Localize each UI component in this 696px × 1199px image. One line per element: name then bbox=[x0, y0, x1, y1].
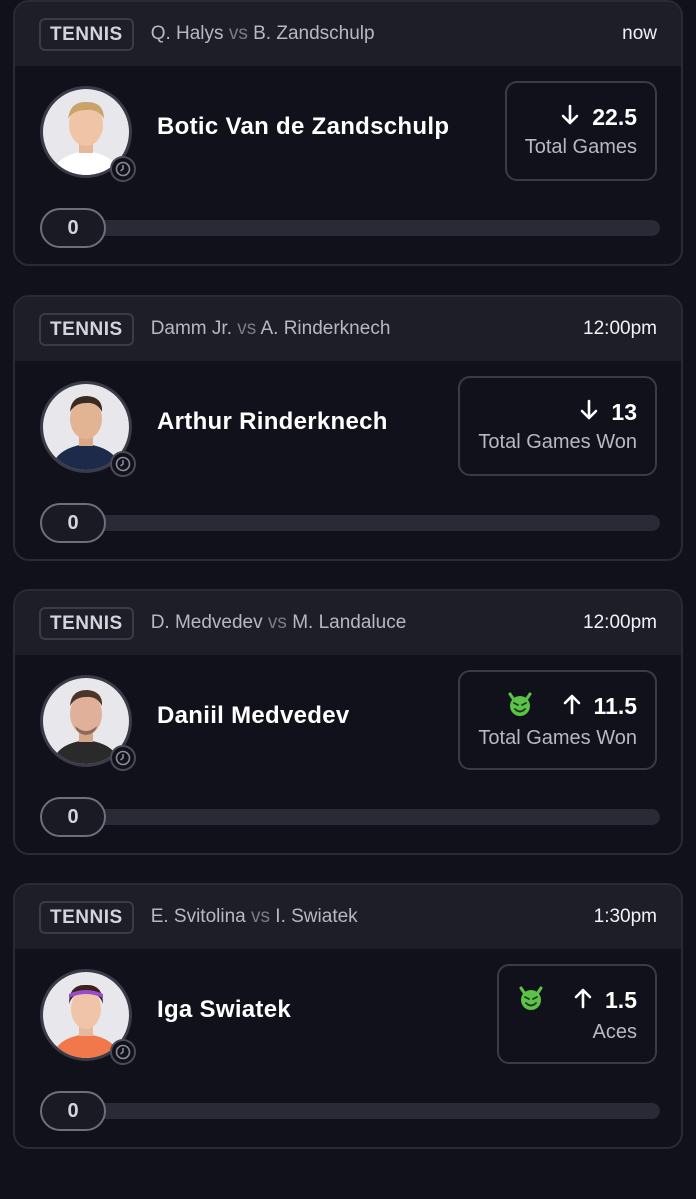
card-header: TENNIS D. Medvedev vs M. Landaluce 12:00… bbox=[15, 591, 681, 655]
progress-count: 0 bbox=[40, 1091, 106, 1131]
matchup-player-1: E. Svitolina bbox=[150, 906, 246, 927]
progress-bar: 0 bbox=[40, 503, 660, 543]
matchup: D. Medvedev vs M. Landaluce bbox=[151, 612, 583, 634]
stat-label: Total Games Won bbox=[478, 727, 637, 749]
match-time: 1:30pm bbox=[593, 906, 657, 927]
stat-projection[interactable]: 22.5 Total Games bbox=[504, 81, 657, 181]
matchup-player-2: B. Zandschulp bbox=[253, 23, 375, 44]
pick-card[interactable]: TENNIS Q. Halys vs B. Zandschulp now Bot… bbox=[13, 0, 683, 266]
stat-value: 22.5 bbox=[592, 104, 637, 130]
stat-label: Aces bbox=[592, 1021, 637, 1043]
arrow-down-icon bbox=[577, 398, 601, 427]
progress-track bbox=[80, 1103, 660, 1119]
player-avatar[interactable] bbox=[40, 675, 136, 771]
player-avatar[interactable] bbox=[40, 86, 136, 182]
progress-track bbox=[80, 515, 660, 531]
matchup-player-1: Q. Halys bbox=[150, 23, 224, 44]
sport-badge: TENNIS bbox=[39, 606, 134, 640]
card-header: TENNIS E. Svitolina vs I. Swiatek 1:30pm bbox=[15, 885, 681, 949]
matchup-vs: vs bbox=[251, 906, 271, 927]
player-name: Daniil Medvedev bbox=[157, 702, 350, 729]
stat-value: 1.5 bbox=[605, 987, 637, 1013]
match-time: 12:00pm bbox=[583, 318, 657, 339]
match-time: now bbox=[622, 23, 657, 44]
progress-bar: 0 bbox=[40, 1091, 660, 1131]
progress-bar: 0 bbox=[40, 208, 660, 248]
arrow-up-icon bbox=[571, 986, 595, 1015]
matchup-player-2: A. Rinderknech bbox=[260, 318, 391, 339]
stat-value: 11.5 bbox=[593, 693, 638, 719]
stat-value: 13 bbox=[611, 399, 637, 425]
matchup-player-1: Damm Jr. bbox=[150, 318, 232, 339]
sport-badge: TENNIS bbox=[39, 900, 134, 934]
matchup: E. Svitolina vs I. Swiatek bbox=[151, 906, 594, 928]
arrow-down-icon bbox=[558, 103, 582, 132]
pick-card[interactable]: TENNIS Damm Jr. vs A. Rinderknech 12:00p… bbox=[13, 295, 683, 561]
clock-icon bbox=[110, 1039, 136, 1065]
progress-bar: 0 bbox=[40, 797, 660, 837]
match-time: 12:00pm bbox=[583, 612, 657, 633]
sport-badge: TENNIS bbox=[39, 312, 134, 346]
matchup-player-2: I. Swiatek bbox=[275, 906, 358, 927]
clock-icon bbox=[110, 745, 136, 771]
arrow-up-icon bbox=[560, 692, 584, 721]
player-avatar[interactable] bbox=[40, 969, 136, 1065]
matchup-vs: vs bbox=[237, 318, 257, 339]
stat-projection[interactable]: 13 Total Games Won bbox=[458, 376, 657, 476]
card-header: TENNIS Damm Jr. vs A. Rinderknech 12:00p… bbox=[15, 297, 681, 361]
matchup-player-2: M. Landaluce bbox=[292, 612, 407, 633]
player-name: Arthur Rinderknech bbox=[157, 408, 388, 435]
devil-emoji-icon bbox=[506, 690, 550, 723]
progress-count: 0 bbox=[40, 208, 106, 248]
clock-icon bbox=[110, 451, 136, 477]
matchup-vs: vs bbox=[228, 23, 248, 44]
progress-track bbox=[80, 220, 660, 236]
player-name: Botic Van de Zandschulp bbox=[157, 113, 450, 140]
pick-card[interactable]: TENNIS D. Medvedev vs M. Landaluce 12:00… bbox=[13, 589, 683, 855]
progress-count: 0 bbox=[40, 503, 106, 543]
stat-label: Total Games bbox=[524, 136, 637, 158]
stat-projection[interactable]: 11.5 Total Games Won bbox=[458, 670, 657, 770]
matchup-player-1: D. Medvedev bbox=[150, 612, 263, 633]
player-avatar[interactable] bbox=[40, 381, 136, 477]
matchup-vs: vs bbox=[267, 612, 287, 633]
sport-badge: TENNIS bbox=[39, 17, 134, 51]
stat-label: Total Games Won bbox=[478, 431, 637, 453]
stat-projection[interactable]: 1.5 Aces bbox=[497, 964, 657, 1064]
progress-count: 0 bbox=[40, 797, 106, 837]
pick-card[interactable]: TENNIS E. Svitolina vs I. Swiatek 1:30pm bbox=[13, 883, 683, 1149]
picks-list: TENNIS Q. Halys vs B. Zandschulp now Bot… bbox=[0, 0, 696, 1199]
progress-track bbox=[80, 809, 660, 825]
player-name: Iga Swiatek bbox=[157, 996, 292, 1023]
clock-icon bbox=[110, 156, 136, 182]
matchup: Damm Jr. vs A. Rinderknech bbox=[151, 318, 583, 340]
devil-emoji-icon bbox=[517, 984, 561, 1017]
card-header: TENNIS Q. Halys vs B. Zandschulp now bbox=[15, 2, 681, 66]
matchup: Q. Halys vs B. Zandschulp bbox=[151, 23, 622, 45]
